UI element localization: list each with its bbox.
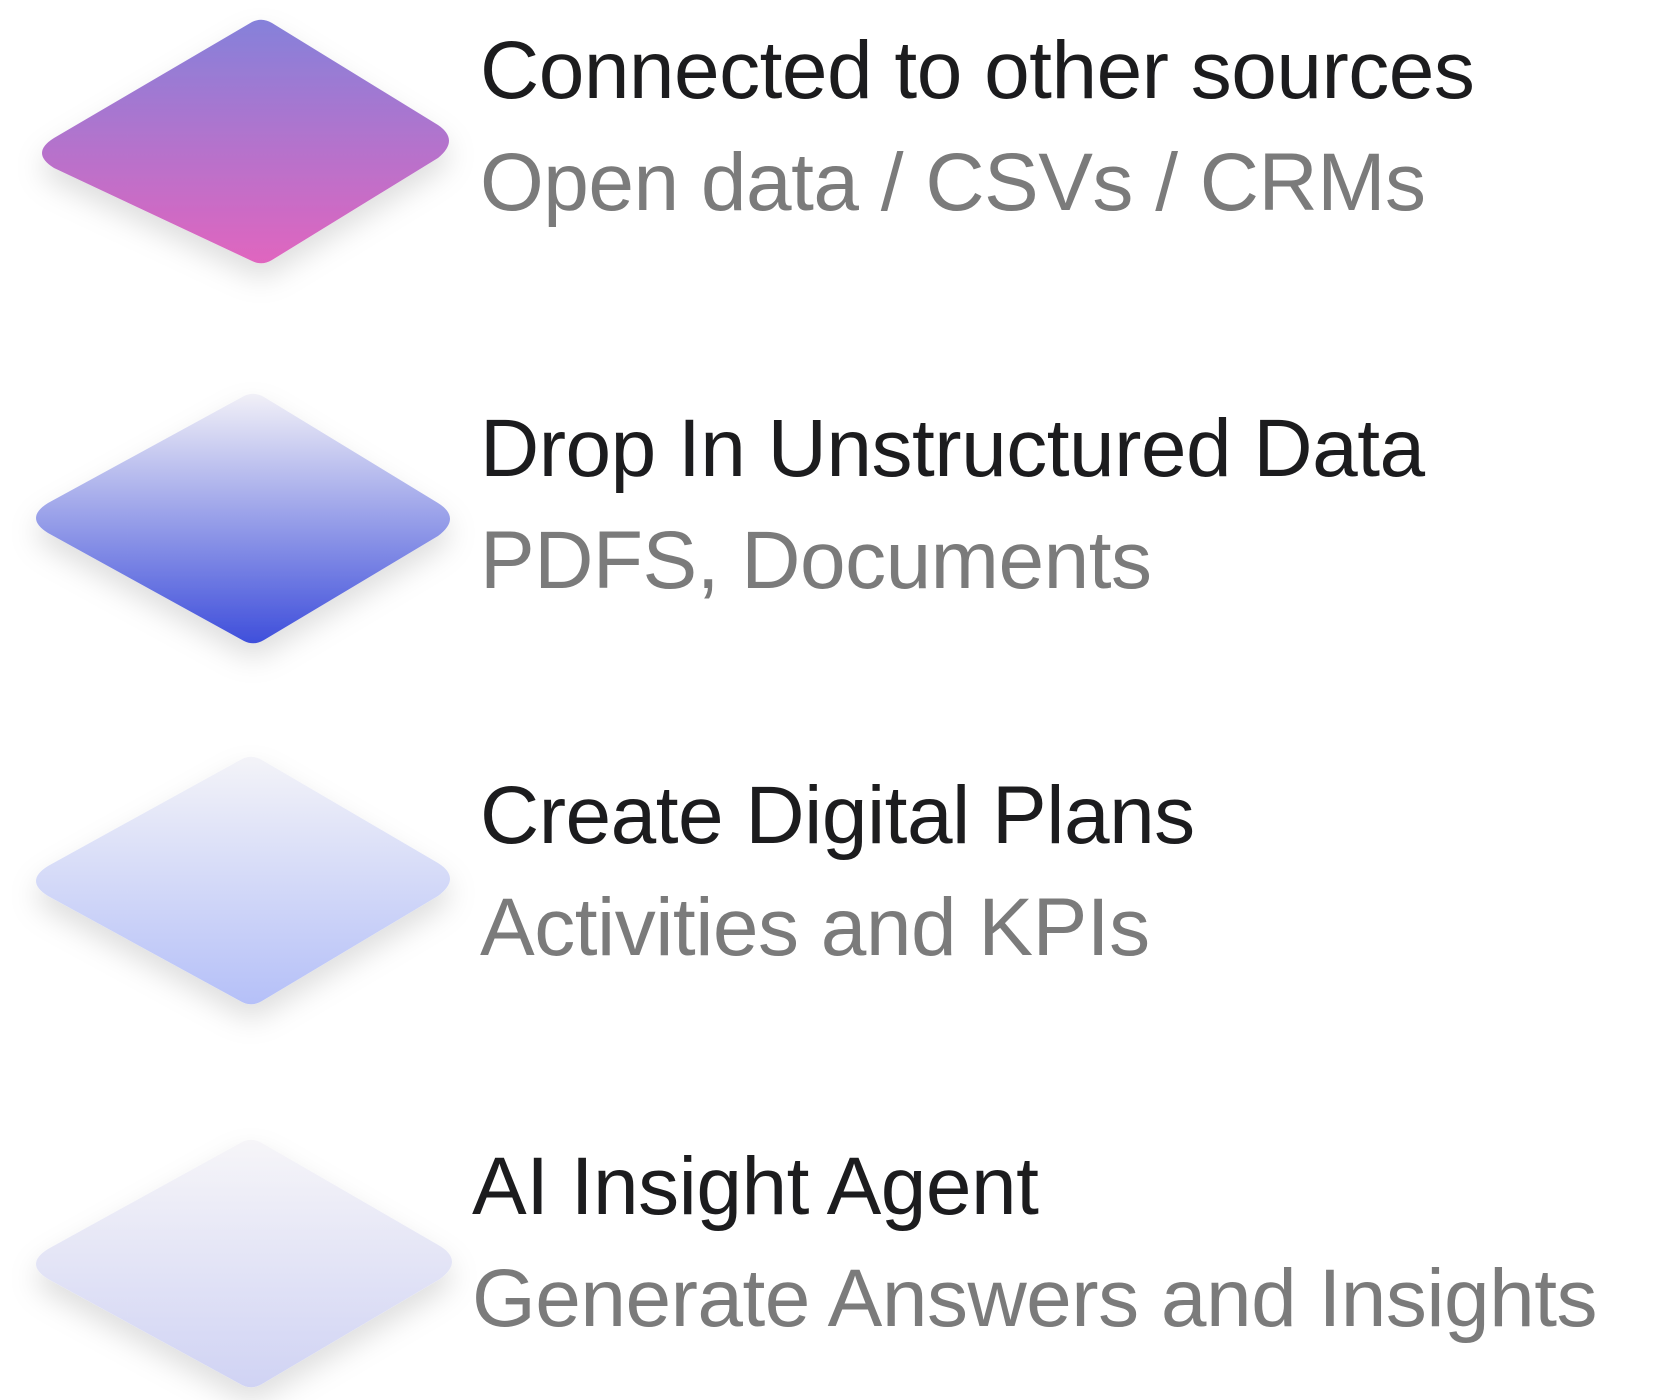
layer-subtitle: Open data / CSVs / CRMs: [480, 137, 1426, 228]
diamond-layer-icon: [36, 1139, 452, 1388]
layer-row-insight-agent: AI Insight Agent Generate Answers and In…: [0, 1100, 1676, 1400]
layer-title: Drop In Unstructured Data: [480, 403, 1425, 494]
layer-subtitle: PDFS, Documents: [480, 515, 1152, 606]
layer-row-sources: Connected to other sources Open data / C…: [0, 0, 1676, 300]
layer-title: AI Insight Agent: [472, 1141, 1039, 1232]
layer-row-unstructured: Drop In Unstructured Data PDFS, Document…: [0, 378, 1676, 678]
layer-title: Create Digital Plans: [480, 770, 1195, 861]
diamond-layer-icon: [36, 756, 450, 1005]
layer-title: Connected to other sources: [480, 25, 1475, 116]
diamond-layer-icon: [36, 393, 450, 644]
diamond-layer-icon: [42, 19, 449, 264]
layer-row-plans: Create Digital Plans Activities and KPIs: [0, 735, 1676, 1035]
layer-subtitle: Generate Answers and Insights: [472, 1253, 1598, 1344]
layer-subtitle: Activities and KPIs: [480, 882, 1150, 973]
